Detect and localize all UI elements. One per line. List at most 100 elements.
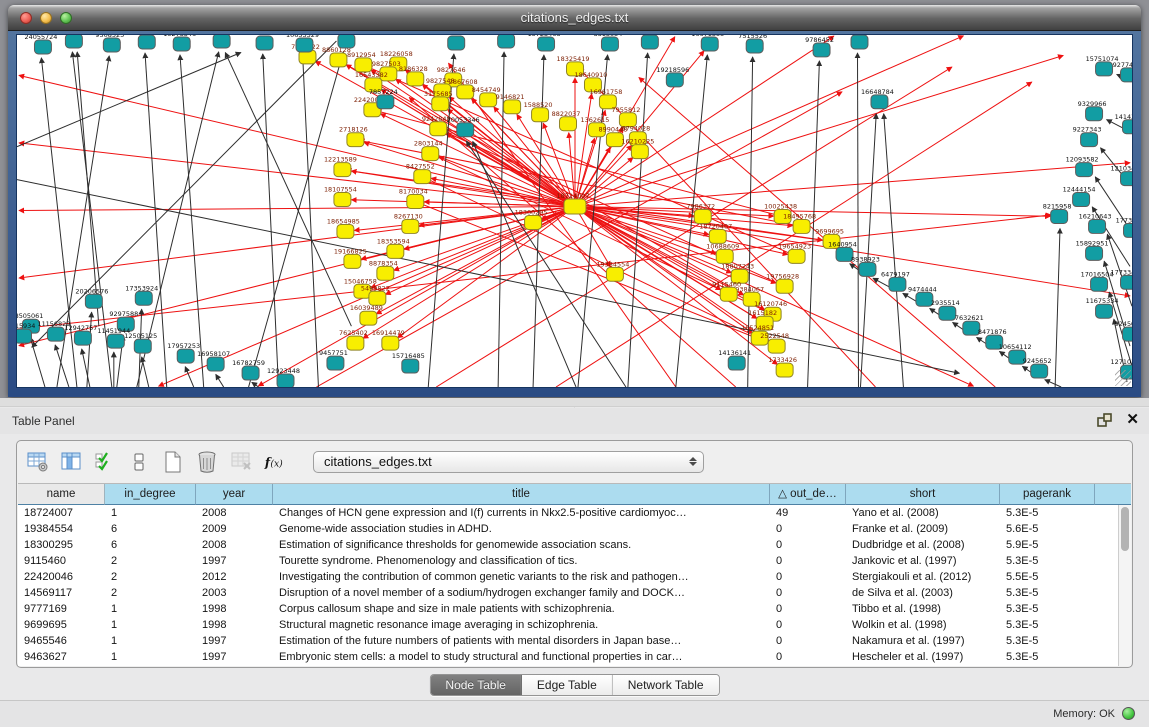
table-cell[interactable]: de Silva et al. (2003) bbox=[846, 585, 1000, 601]
table-cell[interactable]: 0 bbox=[770, 521, 846, 537]
table-cell[interactable]: 5.6E-5 bbox=[1000, 521, 1095, 537]
graph-node[interactable] bbox=[1096, 62, 1113, 76]
graph-node[interactable] bbox=[402, 219, 419, 233]
graph-node[interactable] bbox=[1051, 210, 1068, 224]
graph-node[interactable] bbox=[813, 43, 830, 57]
zoom-window-icon[interactable] bbox=[60, 12, 72, 24]
table-cell[interactable]: Investigating the contribution of common… bbox=[273, 569, 770, 585]
graph-node[interactable] bbox=[448, 36, 465, 50]
graph-node[interactable] bbox=[207, 357, 224, 371]
float-panel-icon[interactable] bbox=[1097, 413, 1112, 428]
graph-node[interactable] bbox=[402, 359, 419, 373]
vertical-scrollbar[interactable] bbox=[1118, 505, 1131, 666]
graph-node[interactable] bbox=[173, 37, 190, 51]
table-cell[interactable]: 2008 bbox=[196, 505, 273, 521]
graph-node[interactable] bbox=[135, 291, 152, 305]
graph-node[interactable] bbox=[525, 215, 542, 229]
graph-node[interactable] bbox=[720, 287, 737, 301]
create-table-icon[interactable] bbox=[161, 450, 185, 474]
table-cell[interactable]: 1 bbox=[105, 617, 196, 633]
graph-node[interactable] bbox=[377, 266, 394, 280]
graph-node[interactable] bbox=[344, 254, 361, 268]
graph-node[interactable] bbox=[34, 40, 51, 54]
table-cell[interactable]: 2003 bbox=[196, 585, 273, 601]
graph-node[interactable] bbox=[74, 331, 91, 345]
graph-node[interactable] bbox=[103, 38, 120, 52]
graph-node[interactable] bbox=[277, 374, 294, 387]
column-header-title[interactable]: title bbox=[273, 484, 770, 505]
table-cell[interactable]: Stergiakouli et al. (2012) bbox=[846, 569, 1000, 585]
table-cell[interactable]: 1 bbox=[105, 633, 196, 649]
graph-node[interactable] bbox=[694, 210, 711, 224]
graph-node[interactable] bbox=[138, 35, 155, 49]
table-cell[interactable]: 9777169 bbox=[18, 601, 105, 617]
table-cell[interactable]: 0 bbox=[770, 585, 846, 601]
graph-node[interactable] bbox=[709, 229, 726, 243]
graph-node[interactable] bbox=[701, 37, 718, 51]
table-cell[interactable]: 5.3E-5 bbox=[1000, 633, 1095, 649]
table-cell[interactable]: 5.3E-5 bbox=[1000, 601, 1095, 617]
table-cell[interactable]: Nakamura et al. (1997) bbox=[846, 633, 1000, 649]
graph-node[interactable] bbox=[776, 279, 793, 293]
graph-node[interactable] bbox=[330, 53, 347, 67]
table-cell[interactable]: 18300295 bbox=[18, 537, 105, 553]
column-header-name[interactable]: name bbox=[18, 484, 105, 505]
graph-node[interactable] bbox=[641, 35, 658, 49]
graph-node[interactable] bbox=[560, 117, 577, 131]
tab-node-table[interactable]: Node Table bbox=[430, 675, 522, 695]
delete-column-icon[interactable] bbox=[229, 450, 253, 474]
graph-node[interactable] bbox=[134, 339, 151, 353]
graph-node[interactable] bbox=[47, 327, 64, 341]
table-row[interactable]: 1938455462009Genome-wide association stu… bbox=[18, 521, 1118, 537]
table-cell[interactable]: 1998 bbox=[196, 617, 273, 633]
graph-node[interactable] bbox=[601, 37, 618, 51]
table-cell[interactable]: 9115460 bbox=[18, 553, 105, 569]
graph-node[interactable] bbox=[851, 35, 868, 49]
close-window-icon[interactable] bbox=[20, 12, 32, 24]
delete-table-icon[interactable] bbox=[195, 450, 219, 474]
graph-node[interactable] bbox=[355, 58, 372, 72]
graph-node[interactable] bbox=[414, 170, 431, 184]
resize-grip-icon[interactable] bbox=[1115, 370, 1131, 386]
table-cell[interactable]: 1 bbox=[105, 505, 196, 521]
graph-node[interactable] bbox=[387, 244, 404, 258]
graph-node[interactable] bbox=[432, 97, 449, 111]
graph-node[interactable] bbox=[369, 291, 386, 305]
graph-node[interactable] bbox=[1121, 275, 1132, 289]
graph-node[interactable] bbox=[256, 36, 273, 50]
graph-node[interactable] bbox=[338, 35, 355, 48]
table-mode-icon[interactable] bbox=[25, 450, 49, 474]
table-cell[interactable]: 2 bbox=[105, 585, 196, 601]
graph-node[interactable] bbox=[666, 73, 683, 87]
table-cell[interactable]: 5.3E-5 bbox=[1000, 617, 1095, 633]
graph-node[interactable] bbox=[327, 356, 344, 370]
graph-node[interactable] bbox=[768, 339, 785, 353]
graph-node[interactable] bbox=[1081, 133, 1098, 147]
table-cell[interactable]: 2012 bbox=[196, 569, 273, 585]
table-cell[interactable]: 0 bbox=[770, 633, 846, 649]
table-cell[interactable]: 9699695 bbox=[18, 617, 105, 633]
table-row[interactable]: 946362711997Embryonic stem cells: a mode… bbox=[18, 649, 1118, 665]
graph-node[interactable] bbox=[334, 193, 351, 207]
graph-node[interactable] bbox=[1091, 277, 1108, 291]
table-cell[interactable]: Genome-wide association studies in ADHD. bbox=[273, 521, 770, 537]
table-cell[interactable]: 0 bbox=[770, 617, 846, 633]
function-builder-icon[interactable]: f (x) bbox=[263, 450, 287, 474]
graph-node[interactable] bbox=[377, 95, 394, 109]
table-cell[interactable]: 0 bbox=[770, 601, 846, 617]
column-header-short[interactable]: short bbox=[846, 484, 1000, 505]
table-cell[interactable]: 6 bbox=[105, 537, 196, 553]
table-cell[interactable]: 0 bbox=[770, 553, 846, 569]
graph-node[interactable] bbox=[1076, 163, 1093, 177]
table-cell[interactable]: 1 bbox=[105, 601, 196, 617]
graph-node[interactable] bbox=[746, 39, 763, 53]
column-header-out_de[interactable]: △ out_de… bbox=[770, 484, 846, 505]
table-cell[interactable]: 0 bbox=[770, 649, 846, 665]
table-selector-dropdown[interactable]: citations_edges.txt bbox=[313, 451, 704, 473]
graph-node[interactable] bbox=[1073, 193, 1090, 207]
close-panel-icon[interactable]: ✕ bbox=[1126, 412, 1139, 428]
panel-splitter[interactable]: ▴ bbox=[0, 398, 1149, 407]
table-row[interactable]: 1872400712008Changes of HCN gene express… bbox=[18, 505, 1118, 521]
graph-node[interactable] bbox=[631, 145, 648, 159]
graph-node[interactable] bbox=[334, 163, 351, 177]
